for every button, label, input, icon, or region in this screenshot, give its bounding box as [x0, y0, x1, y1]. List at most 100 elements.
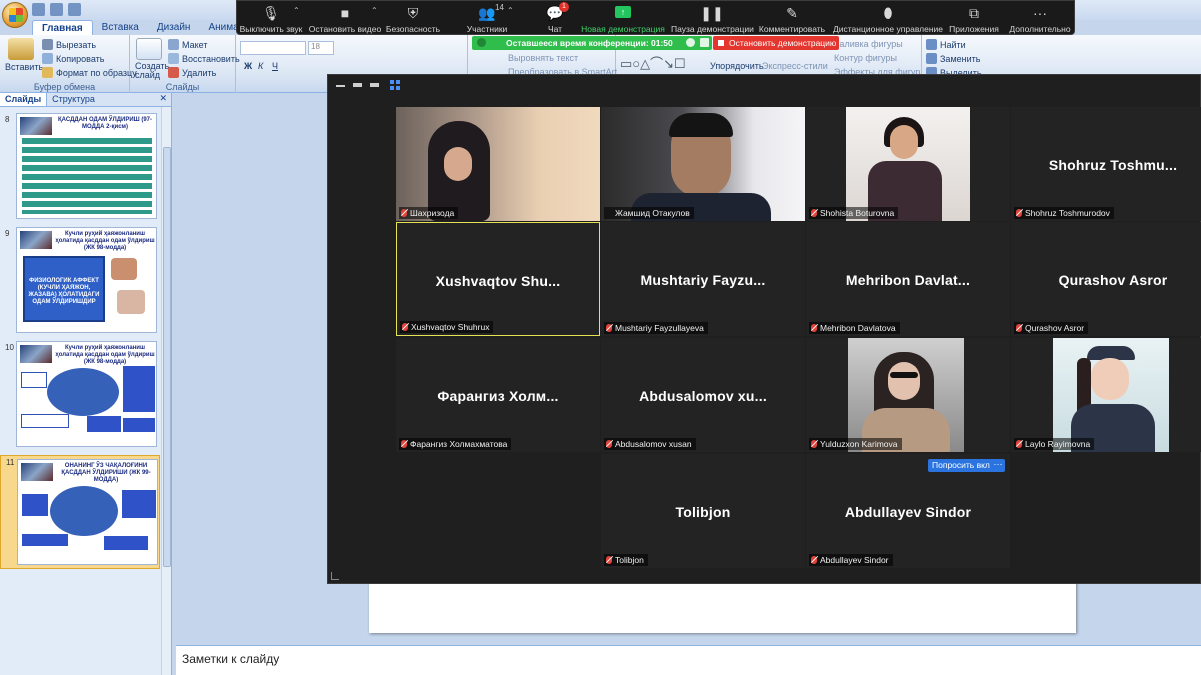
- slide-diagram-box: [123, 366, 155, 412]
- participants-button[interactable]: 👥 14 ⌃ Участники: [461, 1, 514, 36]
- participant-video: [848, 338, 964, 452]
- mute-button[interactable]: 🎙 ⌃ Выключить звук: [237, 1, 305, 36]
- stop-share-button[interactable]: Остановить демонстрацию: [713, 36, 839, 50]
- copy-button[interactable]: Копировать: [42, 53, 104, 64]
- participant-name-text: Laylo Rayimovna: [1025, 439, 1091, 449]
- shape-fill-button[interactable]: Заливка фигуры: [834, 39, 903, 49]
- pin-icon[interactable]: [700, 38, 709, 47]
- participant-tile[interactable]: Shohista Boturovna: [806, 107, 1010, 221]
- view-strip-icon[interactable]: [353, 83, 362, 87]
- new-slide-icon[interactable]: [136, 38, 162, 60]
- slide-thumbnail-10[interactable]: 10 Кучли руҳий ҳаяжонланиш ҳолатида қасд…: [0, 341, 160, 451]
- participant-name: Abdusalomov xusan: [604, 438, 696, 450]
- mic-muted-icon: [606, 324, 612, 332]
- chevron-up-icon[interactable]: ⌃: [507, 6, 514, 15]
- annotate-button[interactable]: ✎ Комментировать: [757, 1, 827, 36]
- participant-name-text: Mushtariy Fayzullayeva: [615, 323, 704, 333]
- new-share-button[interactable]: ↑ Новая демонстрация: [581, 1, 665, 36]
- quick-styles-button[interactable]: Экспресс-стили: [762, 61, 828, 71]
- format-painter-button[interactable]: Формат по образцу: [42, 67, 137, 78]
- arrange-button[interactable]: Упорядочить: [710, 61, 764, 71]
- shapes-gallery[interactable]: ▭○△⌒↘☐: [620, 53, 686, 72]
- shape-outline-button[interactable]: Контур фигуры: [834, 53, 897, 63]
- paste-icon[interactable]: [8, 38, 34, 60]
- tab-outline[interactable]: Структура: [47, 93, 100, 106]
- paste-button[interactable]: Вставить: [5, 62, 43, 72]
- minimize-icon[interactable]: [336, 85, 345, 87]
- participant-display-name: Xushvaqtov Shu...: [435, 273, 561, 289]
- redo-icon[interactable]: [68, 3, 81, 16]
- participant-tile[interactable]: Mehribon Davlat... Mehribon Davlatova: [806, 222, 1010, 336]
- layout-button[interactable]: Макет: [168, 39, 207, 50]
- pause-share-button[interactable]: ❚❚ Пауза демонстрации: [671, 1, 754, 36]
- save-icon[interactable]: [32, 3, 45, 16]
- participant-name-text: Xushvaqtov Shuhrux: [411, 322, 490, 332]
- participant-tile[interactable]: Фарангиз Холм... Фарангиз Холмахматова: [396, 338, 600, 452]
- delete-button[interactable]: Удалить: [168, 67, 216, 78]
- check-circle-icon: [686, 38, 695, 47]
- slides-pane: Слайды Структура ✕ 8 ҚАСДДАН ОДАМ ЎЛДИРИ…: [0, 93, 172, 675]
- close-pane-icon[interactable]: ✕: [155, 93, 171, 106]
- new-slide-button[interactable]: Создать слайд: [135, 62, 169, 80]
- chat-button[interactable]: 💬 1 Чат: [537, 1, 573, 36]
- chevron-up-icon[interactable]: ⌃: [293, 6, 300, 15]
- remote-control-button[interactable]: ⬮ Дистанционное управление: [833, 1, 943, 36]
- notes-pane[interactable]: Заметки к слайду: [176, 645, 1201, 675]
- participant-display-name: Qurashov Asror: [1058, 272, 1168, 288]
- scroll-thumb[interactable]: [163, 147, 171, 567]
- mic-muted-icon: [401, 440, 407, 448]
- slide-thumbnail-8[interactable]: 8 ҚАСДДАН ОДАМ ЎЛДИРИШ (97-МОДДА 2-қисм): [0, 113, 160, 223]
- reset-icon: [168, 53, 179, 64]
- find-button[interactable]: Найти: [926, 39, 966, 50]
- tab-insert[interactable]: Вставка: [93, 20, 148, 36]
- undo-icon[interactable]: [50, 3, 63, 16]
- participant-tile[interactable]: Laylo Rayimovna: [1011, 338, 1201, 452]
- tile-more-options-button[interactable]: ···: [991, 459, 1005, 472]
- participant-tile[interactable]: Qurashov Asror Qurashov Asror: [1011, 222, 1201, 336]
- participant-tile[interactable]: Abdusalomov xu... Abdusalomov xusan: [601, 338, 805, 452]
- slide-thumbnail-11[interactable]: 11 ОНАНИНГ ЎЗ ЧАҚАЛОҒИНИ ҚАСДДАН ЎЛДИРИШ…: [0, 455, 160, 569]
- align-text-button[interactable]: Выровнять текст: [508, 53, 578, 63]
- view-speaker-icon[interactable]: [370, 83, 379, 87]
- cut-button[interactable]: Вырезать: [42, 39, 96, 50]
- slide-thumbnail-9[interactable]: 9 Кучли руҳий ҳаяжонланиш ҳолатида қасдд…: [0, 227, 160, 337]
- chat-unread-badge: 1: [559, 2, 569, 12]
- participant-tile[interactable]: Шахризода: [396, 107, 600, 221]
- security-button[interactable]: ⛨ Безопасность: [385, 1, 441, 36]
- participant-tile[interactable]: Tolibjon Tolibjon: [601, 454, 805, 568]
- slide-diagram-box: [123, 418, 155, 432]
- resize-grip-icon[interactable]: [331, 572, 339, 580]
- tab-home[interactable]: Главная: [32, 20, 93, 36]
- stop-video-label: Остановить видео: [308, 24, 382, 34]
- slide-banner-image: [20, 117, 52, 135]
- mic-muted-icon: [811, 209, 817, 217]
- slides-scrollbar[interactable]: [161, 107, 171, 675]
- reset-button[interactable]: Восстановить: [168, 53, 240, 64]
- underline-button[interactable]: Ч: [272, 61, 278, 71]
- tab-slides[interactable]: Слайды: [0, 93, 48, 106]
- participant-tile[interactable]: Yulduzxon Karimova: [806, 338, 1010, 452]
- new-share-label: Новая демонстрация: [581, 24, 665, 34]
- participant-tile[interactable]: Shohruz Toshmu... Shohruz Toshmurodov: [1011, 107, 1201, 221]
- participant-tile-active-speaker[interactable]: Xushvaqtov Shu... Xushvaqtov Shuhrux: [396, 222, 600, 336]
- slide-banner-image: [20, 345, 52, 363]
- bold-button[interactable]: Ж: [244, 61, 252, 71]
- office-button[interactable]: [2, 2, 28, 28]
- slide-title: Кучли руҳий ҳаяжонланиш ҳолатида қасддан…: [55, 345, 155, 365]
- stop-video-button[interactable]: ■ ⌃ Остановить видео: [307, 1, 383, 36]
- slide-diagram-box: [87, 416, 121, 432]
- font-family-select[interactable]: [240, 41, 306, 55]
- participant-tile[interactable]: Жамшид Отакулов: [601, 107, 805, 221]
- more-button[interactable]: ··· Дополнительно: [1007, 1, 1073, 36]
- apps-button[interactable]: ⧉ Приложения: [947, 1, 1001, 36]
- chevron-up-icon[interactable]: ⌃: [371, 6, 378, 15]
- participant-tile[interactable]: Mushtariy Fayzu... Mushtariy Fayzullayev…: [601, 222, 805, 336]
- font-size-select[interactable]: 18: [308, 41, 334, 55]
- italic-button[interactable]: К: [258, 61, 263, 71]
- gallery-view-icon[interactable]: [390, 80, 400, 90]
- replace-button[interactable]: Заменить: [926, 53, 980, 64]
- tab-design[interactable]: Дизайн: [148, 20, 200, 36]
- slide-diagram-box: [104, 536, 148, 550]
- ribbon-tabs: Главная Вставка Дизайн Анимация: [32, 20, 264, 36]
- ask-to-unmute-button[interactable]: Попросить вкл: [928, 459, 994, 472]
